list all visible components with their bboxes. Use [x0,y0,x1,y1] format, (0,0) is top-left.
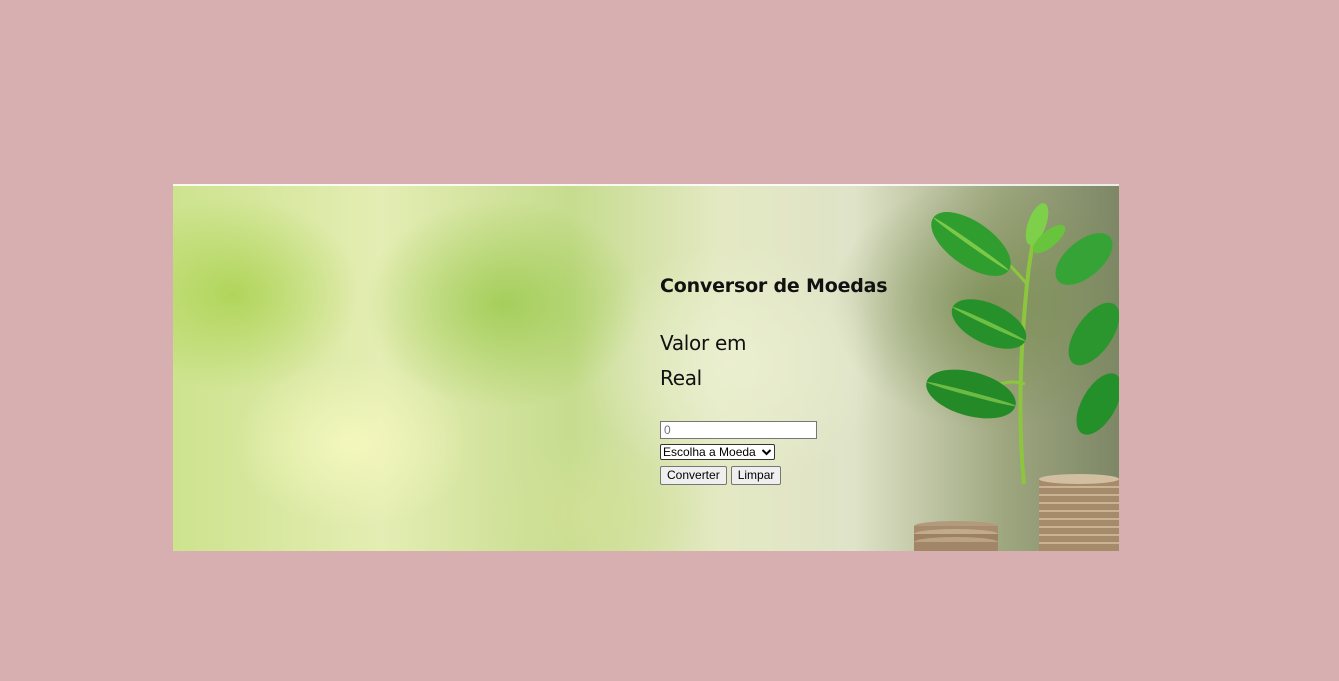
clear-button[interactable]: Limpar [730,466,782,485]
page-title: Conversor de Moedas [660,275,888,297]
convert-button[interactable]: Converter [660,466,727,485]
converter-panel: Conversor de Moedas Valor em Real [660,272,920,396]
amount-input[interactable] [660,421,817,439]
chevron-down-icon [761,449,772,456]
converter-form: Escolha a Moeda Converter Limpar [660,421,817,485]
hero-banner [173,184,1119,551]
plant-image [926,203,1119,485]
currency-select-value: Escolha a Moeda [663,445,756,459]
currency-select[interactable]: Escolha a Moeda [660,444,775,460]
button-row: Converter Limpar [660,466,817,485]
value-label: Valor em Real [660,331,747,390]
